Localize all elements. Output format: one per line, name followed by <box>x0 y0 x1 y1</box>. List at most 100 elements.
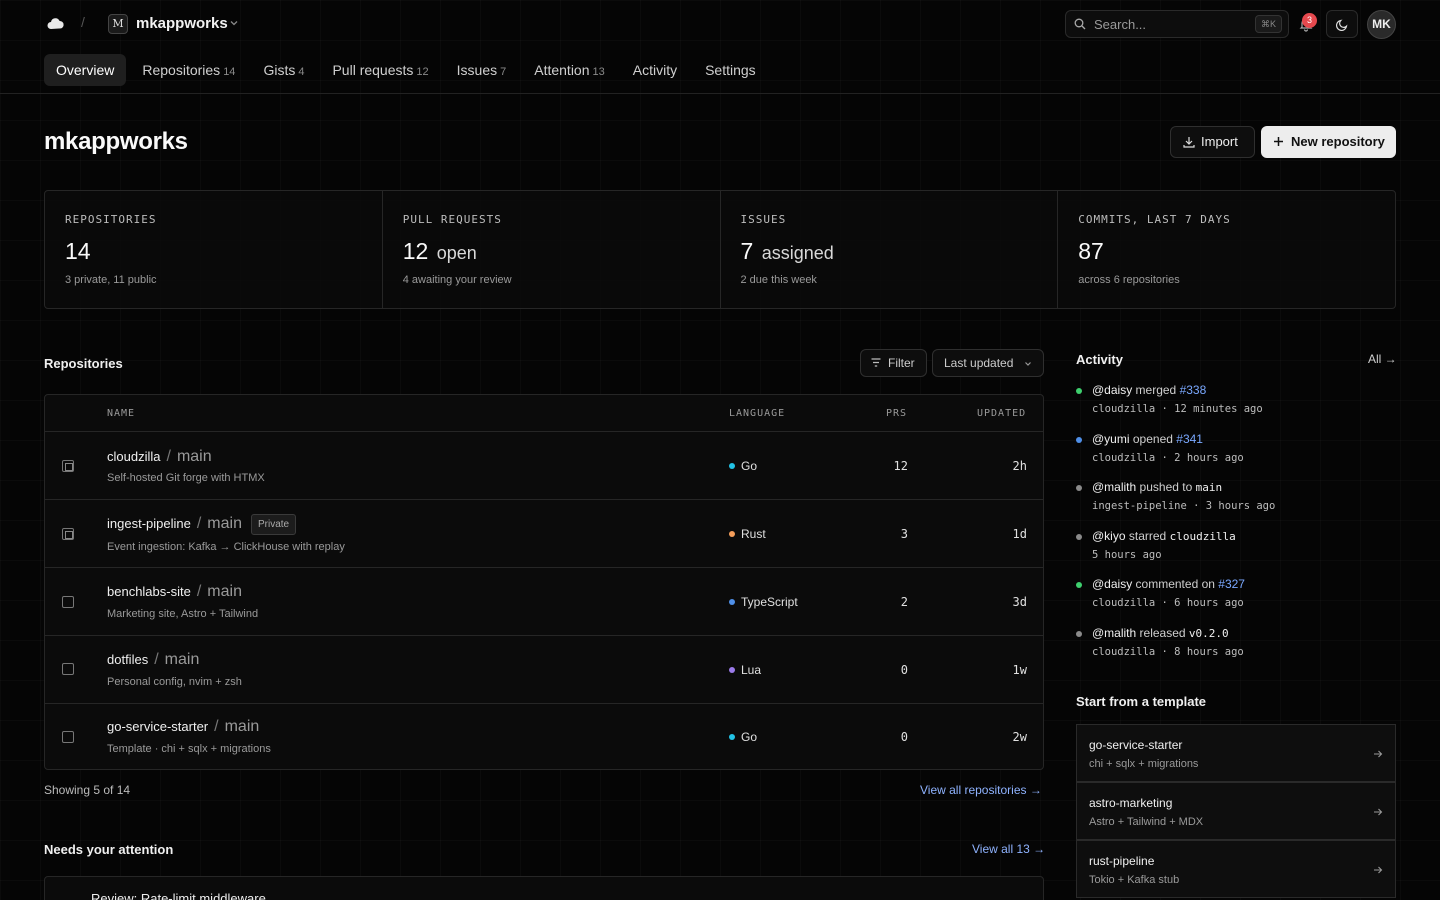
view-all-attention-link[interactable]: View all 13 → <box>972 842 1045 856</box>
activity-user[interactable]: @daisy <box>1092 383 1132 397</box>
stat-value: 87 <box>1078 238 1104 265</box>
activity-dot <box>1076 582 1082 588</box>
column-header-name[interactable]: NAME <box>107 408 135 419</box>
activity-dot <box>1076 485 1082 491</box>
chevron-down-icon <box>1025 362 1031 366</box>
template-name: go-service-starter <box>1089 738 1183 752</box>
activity-user[interactable]: @daisy <box>1092 577 1132 591</box>
repo-language: TypeScript <box>729 595 798 609</box>
repo-branch[interactable]: main <box>207 515 242 532</box>
org-avatar[interactable]: M <box>108 14 128 34</box>
row-checkbox[interactable] <box>62 460 74 472</box>
stat-pull-requests[interactable]: PULL REQUESTS 12 open 4 awaiting your re… <box>383 191 721 308</box>
activity-all-link[interactable]: All → <box>1368 352 1397 366</box>
row-checkbox[interactable] <box>62 528 74 540</box>
repositories-heading: Repositories <box>44 356 123 371</box>
nav-tabs: Overview Repositories 14 Gists 4 Pull requ… <box>44 54 772 86</box>
cloud-logo-icon[interactable] <box>46 14 66 34</box>
view-all-repositories-link[interactable]: View all repositories → <box>920 783 1042 797</box>
arrow-right-icon <box>1374 808 1383 816</box>
stat-sub: 4 awaiting your review <box>402 274 512 286</box>
tab-repositories[interactable]: Repositories 14 <box>130 54 247 86</box>
activity-user[interactable]: @malith <box>1092 480 1136 494</box>
activity-ref-link[interactable]: #327 <box>1218 577 1245 591</box>
tab-pull-requests[interactable]: Pull requests 12 <box>320 54 440 86</box>
repo-updated: 2h <box>1012 459 1027 473</box>
activity-user[interactable]: @yumi <box>1092 432 1130 446</box>
search-input[interactable]: Search... ⌘K <box>1065 10 1289 38</box>
tab-issues[interactable]: Issues 7 <box>445 54 519 86</box>
tab-count: 7 <box>500 66 507 78</box>
pagination-summary: Showing 5 of 14 <box>44 783 131 797</box>
activity-ref-link[interactable]: #338 <box>1180 383 1207 397</box>
sort-dropdown[interactable]: Last updated <box>932 349 1044 377</box>
repo-updated: 1w <box>1012 663 1027 677</box>
column-header-updated[interactable]: UPDATED <box>977 408 1026 419</box>
activity-verb: opened <box>1132 432 1173 446</box>
repo-pr-count: 0 <box>900 663 908 677</box>
table-row[interactable]: benchlabs-site / main Marketing site, Astr… <box>45 568 1043 636</box>
stat-issues[interactable]: ISSUES 7 assigned 2 due this week <box>721 191 1059 308</box>
row-checkbox[interactable] <box>62 731 74 743</box>
repo-name-line: ingest-pipeline / main Private <box>107 514 297 535</box>
tab-activity[interactable]: Activity <box>621 54 689 86</box>
repo-name[interactable]: benchlabs-site <box>107 584 191 599</box>
template-card[interactable]: astro-marketing Astro + Tailwind + MDX <box>1076 782 1396 840</box>
activity-ref-link[interactable]: #341 <box>1176 432 1203 446</box>
repo-name[interactable]: dotfiles <box>107 652 148 667</box>
import-button[interactable]: Import <box>1170 126 1255 158</box>
chevron-down-icon[interactable] <box>228 17 240 29</box>
tab-count: 13 <box>592 66 605 78</box>
language-label: Go <box>741 730 758 744</box>
notification-badge: 3 <box>1302 13 1317 28</box>
template-card[interactable]: rust-pipeline Tokio + Kafka stub <box>1076 840 1396 898</box>
activity-dot <box>1076 388 1082 394</box>
stat-number: 87 <box>1078 238 1104 264</box>
activity-user[interactable]: @malith <box>1092 626 1136 640</box>
repo-name[interactable]: ingest-pipeline <box>107 516 191 531</box>
repo-name-line: cloudzilla / main <box>107 448 212 466</box>
stat-value: 14 <box>65 238 91 265</box>
tab-label: Attention <box>534 62 590 78</box>
filter-icon <box>871 358 881 367</box>
tab-label: Activity <box>632 62 678 78</box>
tab-gists[interactable]: Gists 4 <box>251 54 316 86</box>
table-row[interactable]: dotfiles / main Personal config, nvim + zs… <box>45 636 1043 704</box>
user-avatar[interactable]: MK <box>1367 10 1396 39</box>
row-checkbox[interactable] <box>62 663 74 675</box>
repo-language: Lua <box>729 663 761 677</box>
repo-branch[interactable]: main <box>165 651 200 668</box>
new-repository-button[interactable]: New repository <box>1261 126 1396 158</box>
tab-attention[interactable]: Attention 13 <box>522 54 617 86</box>
attention-item[interactable]: Review: Rate-limit middleware <box>44 876 1044 900</box>
table-row[interactable]: ingest-pipeline / main Private Event ingest… <box>45 500 1043 568</box>
tab-overview[interactable]: Overview <box>44 54 127 86</box>
stat-commits[interactable]: COMMITS, LAST 7 DAYS 87 across 6 reposit… <box>1058 191 1395 308</box>
activity-user[interactable]: @kiyo <box>1092 529 1126 543</box>
repo-name[interactable]: cloudzilla <box>107 449 160 464</box>
org-name[interactable]: mkappworks <box>136 15 228 32</box>
template-card[interactable]: go-service-starter chi + sqlx + migratio… <box>1076 724 1396 782</box>
theme-toggle-button[interactable] <box>1326 10 1358 38</box>
activity-code: main <box>1195 481 1223 494</box>
filter-button[interactable]: Filter <box>860 349 927 377</box>
repo-description: Personal config, nvim + zsh <box>107 676 242 688</box>
repo-branch[interactable]: main <box>207 583 242 600</box>
activity-meta: cloudzilla · 12 minutes ago <box>1092 403 1263 415</box>
repo-name[interactable]: go-service-starter <box>107 719 208 734</box>
tab-settings[interactable]: Settings <box>693 54 768 86</box>
repo-branch[interactable]: main <box>225 718 260 735</box>
stat-repositories[interactable]: REPOSITORIES 14 3 private, 11 public <box>45 191 383 308</box>
repo-description: Event ingestion: Kafka → ClickHouse with… <box>107 541 345 553</box>
activity-dot <box>1076 534 1082 540</box>
stat-number: 14 <box>65 238 91 264</box>
column-header-prs[interactable]: PRS <box>886 408 907 419</box>
row-checkbox[interactable] <box>62 596 74 608</box>
repo-language: Go <box>729 459 757 473</box>
table-row[interactable]: cloudzilla / main Self-hosted Git forge wi… <box>45 432 1043 500</box>
table-row[interactable]: go-service-starter / main Template · chi +… <box>45 704 1043 772</box>
column-header-language[interactable]: LANGUAGE <box>729 408 785 419</box>
sort-label: Last updated <box>944 356 1014 370</box>
repo-branch[interactable]: main <box>177 448 212 465</box>
tab-count: 14 <box>223 66 236 78</box>
